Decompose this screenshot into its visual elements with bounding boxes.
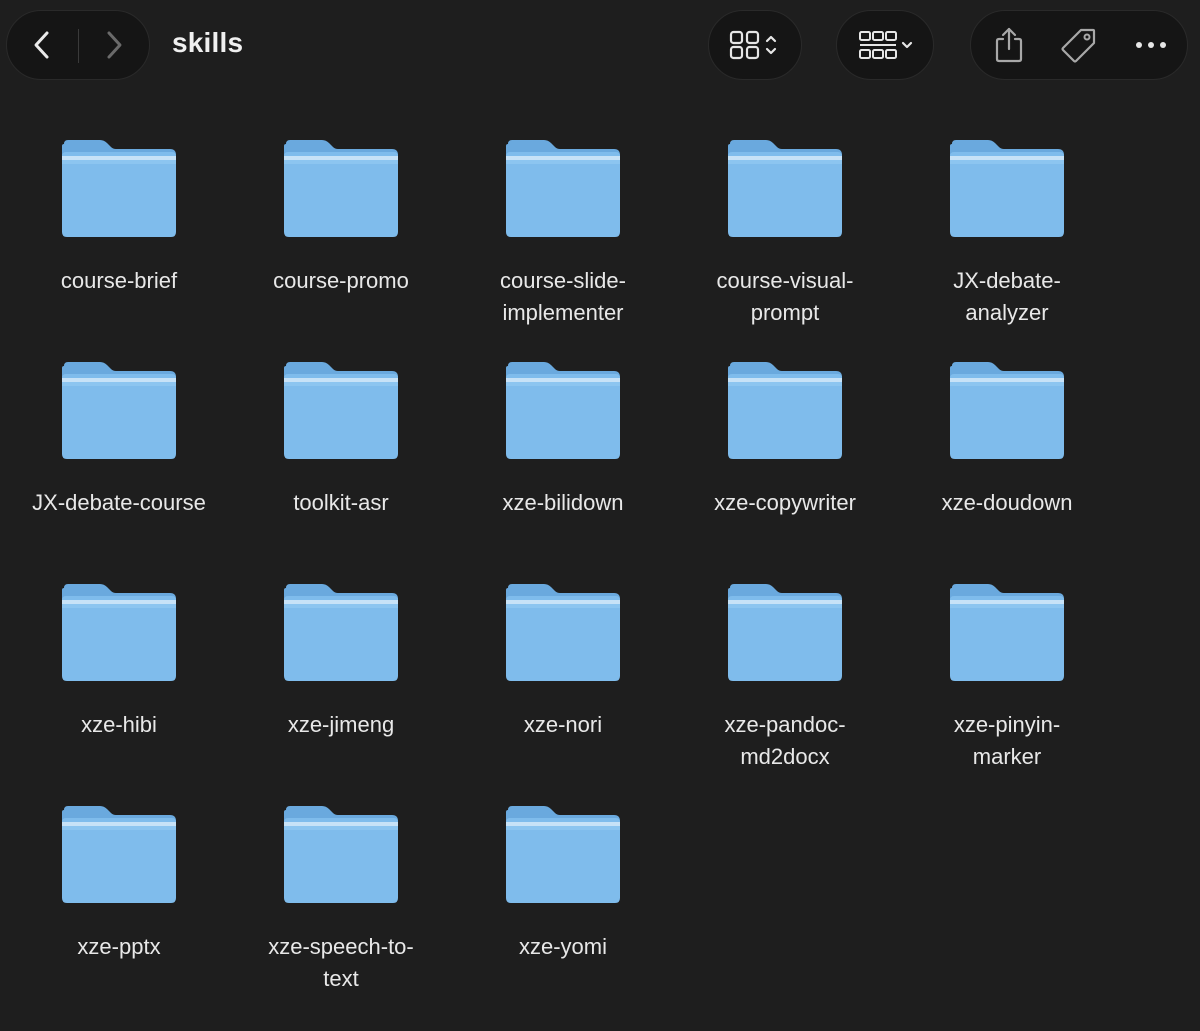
folder-icon — [506, 362, 620, 459]
folder-icon — [506, 584, 620, 681]
folder-item[interactable]: xze-bilidown — [452, 360, 674, 560]
folder-label: toolkit-asr — [293, 490, 389, 515]
folder-item[interactable]: xze-doudown — [896, 360, 1118, 560]
folder-icon — [728, 584, 842, 681]
folder-icon — [284, 140, 398, 237]
folder-label: course-brief — [60, 268, 178, 293]
navigation-buttons — [6, 10, 150, 80]
folder-icon — [62, 584, 176, 681]
folder-label: xze-yomi — [518, 934, 607, 959]
folder-icon — [506, 806, 620, 903]
group-by-control — [836, 10, 934, 80]
folder-label: xze-pandoc- md2docx — [724, 712, 846, 769]
back-button[interactable] — [7, 11, 77, 79]
folder-label: course-slide- implementer — [500, 268, 626, 325]
view-mode-control — [708, 10, 802, 80]
folder-item[interactable]: xze-pinyin- marker — [896, 582, 1118, 782]
chevron-right-icon — [107, 31, 122, 59]
share-icon — [995, 27, 1023, 63]
view-mode-button[interactable] — [709, 11, 801, 79]
folder-item[interactable]: course-brief — [8, 138, 230, 338]
folder-icon — [62, 362, 176, 459]
folder-label: JX-debate- analyzer — [953, 268, 1061, 325]
folder-icon — [950, 584, 1064, 681]
folder-item[interactable]: xze-hibi — [8, 582, 230, 782]
folder-icon — [62, 140, 176, 237]
folder-icon — [950, 140, 1064, 237]
folder-label: xze-pinyin- marker — [953, 712, 1061, 769]
folder-item[interactable]: xze-pandoc- md2docx — [674, 582, 896, 782]
ellipsis-icon — [1136, 42, 1166, 48]
folder-item[interactable]: xze-yomi — [452, 804, 674, 1004]
folder-item[interactable]: course-promo — [230, 138, 452, 338]
folder-label: xze-hibi — [81, 712, 157, 737]
folder-item[interactable]: xze-speech-to- text — [230, 804, 452, 1004]
folder-icon — [284, 806, 398, 903]
folder-icon — [950, 362, 1064, 459]
folder-label: xze-pptx — [77, 934, 161, 959]
finder-window: skills course-brief course-promo course-… — [0, 0, 1200, 1031]
grid-view-icon — [729, 30, 777, 60]
folder-item[interactable]: course-slide- implementer — [452, 138, 674, 338]
actions-group — [970, 10, 1188, 80]
folder-label: JX-debate-course — [32, 490, 206, 515]
group-by-button[interactable] — [837, 11, 933, 79]
tag-icon — [1061, 28, 1096, 63]
folder-icon — [284, 584, 398, 681]
folder-item[interactable]: toolkit-asr — [230, 360, 452, 560]
share-button[interactable] — [977, 11, 1041, 79]
folder-item[interactable]: course-visual- prompt — [674, 138, 896, 338]
folder-item[interactable]: JX-debate-course — [8, 360, 230, 560]
folder-label: xze-doudown — [941, 490, 1073, 515]
folder-icon — [62, 806, 176, 903]
toolbar: skills — [0, 0, 1200, 92]
folder-label: xze-bilidown — [502, 490, 624, 515]
folder-icon — [284, 362, 398, 459]
folder-item[interactable]: xze-nori — [452, 582, 674, 782]
group-by-icon — [859, 31, 913, 59]
chevron-left-icon — [34, 31, 49, 59]
window-title: skills — [172, 27, 244, 58]
folder-icon — [506, 140, 620, 237]
folder-label: course-visual- prompt — [716, 268, 854, 325]
tag-button[interactable] — [1047, 11, 1111, 79]
more-button[interactable] — [1119, 11, 1183, 79]
folder-item[interactable]: xze-jimeng — [230, 582, 452, 782]
forward-button[interactable] — [79, 11, 149, 79]
folder-label: xze-jimeng — [287, 712, 395, 737]
folder-label: course-promo — [273, 268, 409, 293]
folder-label: xze-copywriter — [714, 490, 856, 515]
folder-label: xze-nori — [523, 712, 603, 737]
folder-item[interactable]: JX-debate- analyzer — [896, 138, 1118, 338]
folder-item[interactable]: xze-copywriter — [674, 360, 896, 560]
folder-label: xze-speech-to- text — [268, 934, 414, 991]
folder-icon — [728, 362, 842, 459]
folder-item[interactable]: xze-pptx — [8, 804, 230, 1004]
folder-icon — [728, 140, 842, 237]
